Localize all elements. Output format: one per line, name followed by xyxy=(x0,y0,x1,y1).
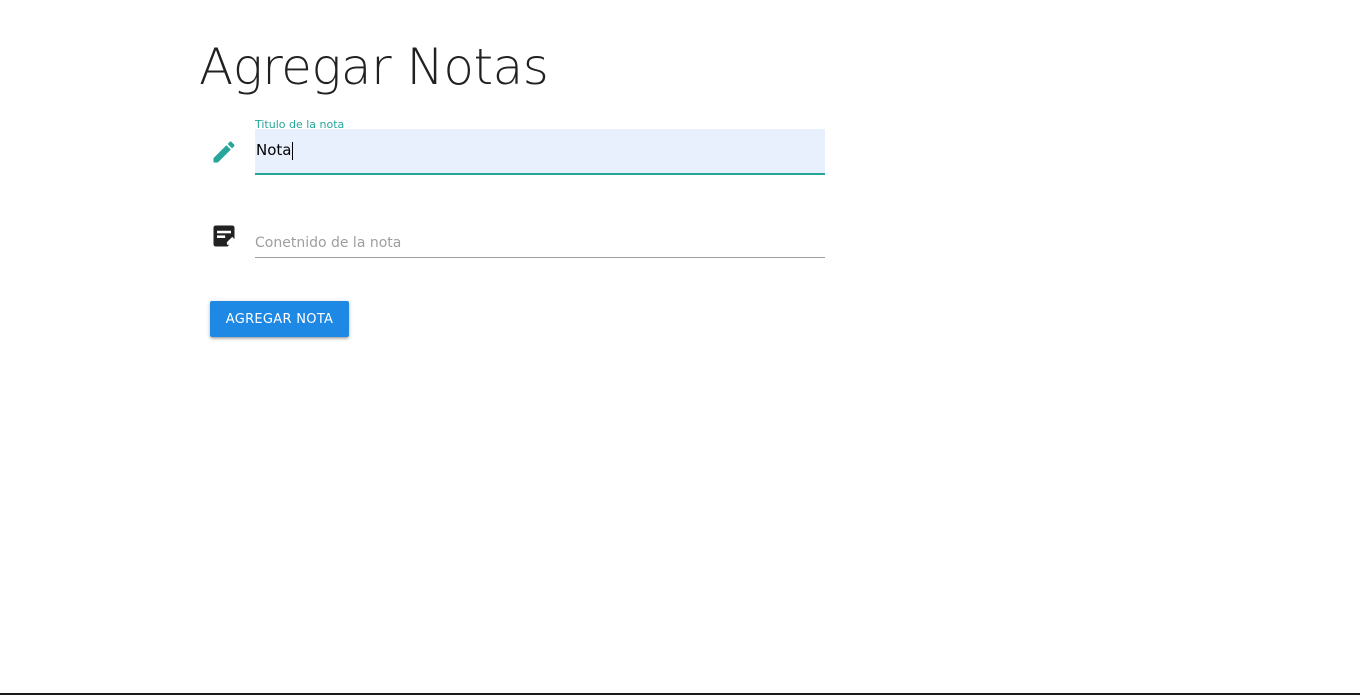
title-input[interactable]: Nota xyxy=(255,129,825,175)
content-field[interactable]: Conetnido de la nota xyxy=(255,218,825,262)
note-icon xyxy=(210,222,238,250)
content-field-underline xyxy=(255,257,825,258)
page-title: Agregar Notas xyxy=(199,38,549,96)
pencil-icon xyxy=(210,138,238,166)
title-field[interactable]: Titulo de la nota Nota xyxy=(255,112,825,176)
title-input-value: Nota xyxy=(256,141,292,159)
title-field-row: Titulo de la nota Nota xyxy=(200,112,830,178)
text-caret xyxy=(292,141,294,160)
content-input[interactable] xyxy=(255,218,825,262)
title-input-value-wrap: Nota xyxy=(256,141,294,160)
add-note-button[interactable]: Agregar nota xyxy=(210,301,349,337)
page: Agregar Notas Titulo de la nota Nota Con… xyxy=(0,0,1360,695)
content-field-row: Conetnido de la nota xyxy=(200,208,830,262)
